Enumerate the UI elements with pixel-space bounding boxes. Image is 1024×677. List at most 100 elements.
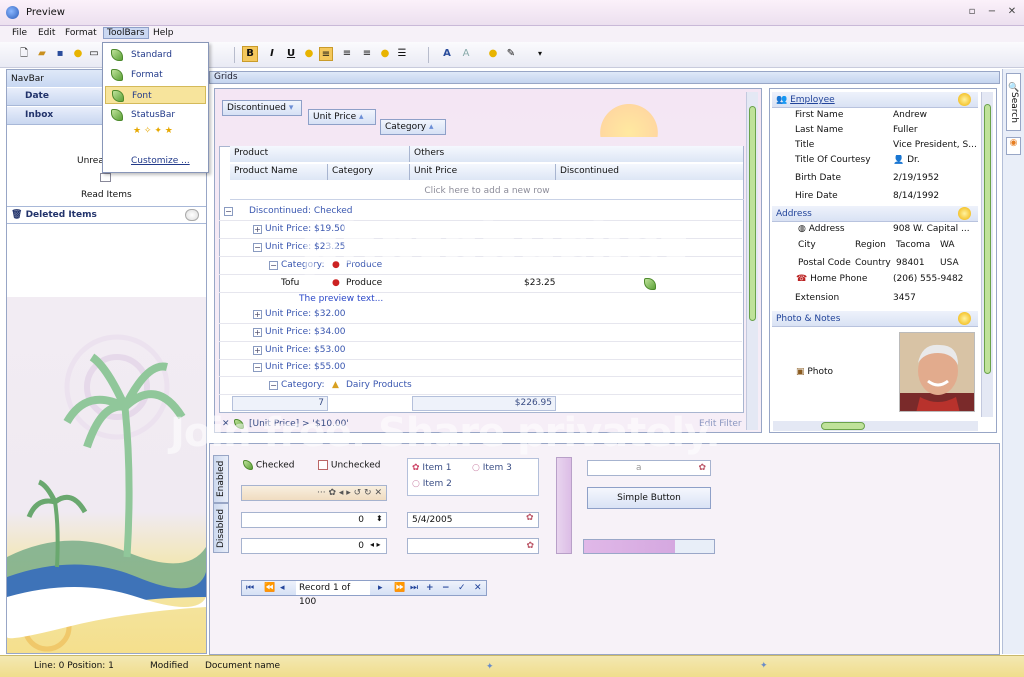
nav-next-page-icon[interactable]: ⏩ [394,581,405,595]
band-product[interactable]: Product [230,146,410,162]
search-dock-tab[interactable]: 🔍Search [1006,73,1021,131]
unchecked-checkbox[interactable]: Unchecked [318,460,380,471]
collapse-icon[interactable]: − [269,261,278,270]
expand-icon[interactable]: + [253,346,262,355]
menu-edit[interactable]: Edit [35,28,58,38]
menu-format[interactable]: Format [62,28,100,38]
new-row-prompt[interactable]: Click here to add a new row [230,182,744,200]
save-icon[interactable]: ▪ [53,47,67,61]
expand-icon[interactable]: + [253,310,262,319]
column-product-name[interactable]: Product Name [230,164,328,180]
sun-icon[interactable] [958,312,971,325]
scroll-thumb[interactable] [749,106,756,321]
read-items-label[interactable]: Read Items [81,190,132,200]
menu-item-statusbar[interactable]: StatusBar [105,106,206,124]
nav-append-icon[interactable]: + [426,581,434,595]
nav-next-icon[interactable]: ▸ [378,581,383,595]
region-value[interactable]: WA [940,240,955,250]
employee-photo[interactable] [899,332,975,412]
spin-arrows-horizontal-icon[interactable]: ◂ ▸ [370,540,381,549]
group-by-unit-price[interactable]: Unit Price ▴ [308,109,376,125]
field-value[interactable]: 👤 Dr. [893,155,979,165]
spin-edit-1[interactable]: 0 [241,512,387,528]
group-by-category[interactable]: Category ▴ [380,119,446,135]
nav-last-icon[interactable]: ⏭ [410,581,418,595]
photo-section-header[interactable]: Photo & Notes [772,311,978,327]
font-color-icon[interactable]: A [440,47,454,61]
radio-item-2[interactable]: ○ Item 2 [412,479,452,489]
underline-button[interactable]: U [284,47,298,61]
employee-section-header[interactable]: 👥 Employee [772,92,978,108]
unread-items-label[interactable]: Unrea [77,156,104,166]
postal-value[interactable]: 98401 [896,258,925,268]
scroll-thumb[interactable] [821,422,865,430]
band-others[interactable]: Others [410,146,744,162]
status-dot-icon[interactable]: ● [71,47,85,61]
nav-first-icon[interactable]: ⏮ [246,581,254,595]
italic-button[interactable]: I [265,47,279,61]
group-row-price-3200[interactable]: + Unit Price: $32.00 [219,306,742,324]
maximize-icon[interactable]: − [985,6,999,18]
collapse-icon[interactable]: − [224,207,233,216]
vertical-track-bar[interactable] [556,457,572,554]
group-row-price-5300[interactable]: + Unit Price: $53.00 [219,342,742,360]
collapse-icon[interactable]: − [269,381,278,390]
print-icon[interactable]: ▭ [87,47,101,61]
address-section-header[interactable]: Address [772,206,978,222]
address-value[interactable]: 908 W. Capital ... [893,224,979,234]
menu-toolbars[interactable]: ToolBars [103,27,149,39]
bullets-icon[interactable]: ☰ [395,47,409,61]
field-value[interactable]: Vice President, S... [893,140,979,150]
group-by-discontinued[interactable]: Discontinued ▾ [222,100,302,116]
navbar-group-deleted[interactable]: 🗑 Deleted Items [7,206,206,224]
navigator-editor[interactable]: ··· ✿ ◂ ▸ ↺ ↻ ✕ [241,485,387,501]
nav-cancel-icon[interactable]: ✕ [474,581,482,595]
menu-item-font[interactable]: Font [105,86,206,104]
simple-button[interactable]: Simple Button [587,487,711,509]
extension-value[interactable]: 3457 [893,293,979,303]
radio-item-3[interactable]: ○ Item 3 [472,463,512,473]
new-document-icon[interactable]: 🗋 [17,47,31,61]
button-edit[interactable]: ✿ [407,538,539,554]
open-folder-icon[interactable]: ▰ [35,47,49,61]
spin-edit-2[interactable]: 0 [241,538,387,554]
minimize-icon[interactable]: ▫ [965,6,979,18]
nav-delete-icon[interactable]: − [442,581,450,595]
collapse-icon[interactable]: − [253,243,262,252]
bold-button[interactable]: B [242,46,258,62]
nav-prev-page-icon[interactable]: ⏪ [264,581,275,595]
column-category[interactable]: Category [328,164,410,180]
city-value[interactable]: Tacoma [896,240,930,250]
sun-icon[interactable] [958,93,971,106]
column-discontinued[interactable]: Discontinued [556,164,744,180]
align-left-icon[interactable]: ≡ [319,47,333,61]
expand-icon[interactable]: + [253,225,262,234]
group-row-price-3400[interactable]: + Unit Price: $34.00 [219,324,742,342]
date-edit[interactable]: 5/4/2005 [407,512,539,528]
detail-horizontal-scrollbar[interactable] [773,421,978,431]
grid-vertical-scrollbar[interactable] [746,92,758,430]
align-right-icon[interactable]: ≡ [360,47,374,61]
field-value[interactable]: 2/19/1952 [893,173,979,183]
highlight-icon[interactable]: A [459,47,473,61]
image-combo[interactable]: a ✿ [587,460,711,476]
toolbar-options-icon[interactable]: ▾ [533,47,547,61]
scroll-thumb[interactable] [984,104,991,374]
phone-value[interactable]: (206) 555-9482 [893,274,979,284]
column-unit-price[interactable]: Unit Price [410,164,556,180]
menu-help[interactable]: Help [150,28,177,38]
spin-arrows-icon[interactable]: ⬍ [376,514,383,523]
tab-disabled[interactable]: Disabled [213,503,229,553]
close-icon[interactable]: ✕ [1005,6,1019,18]
palette-dock-icon[interactable]: ◉ [1006,137,1021,155]
butterfly-icon[interactable]: ✿ [526,513,534,523]
sun-icon[interactable] [958,207,971,220]
checked-checkbox[interactable]: Checked [243,460,295,471]
field-value[interactable]: Andrew [893,110,979,120]
menu-file[interactable]: File [9,28,30,38]
collapse-icon[interactable]: − [253,363,262,372]
align-center-icon[interactable]: ≡ [340,47,354,61]
nav-prev-icon[interactable]: ◂ [280,581,285,595]
field-value[interactable]: Fuller [893,125,979,135]
group-row-price-5500[interactable]: − Unit Price: $55.00 [219,359,742,377]
